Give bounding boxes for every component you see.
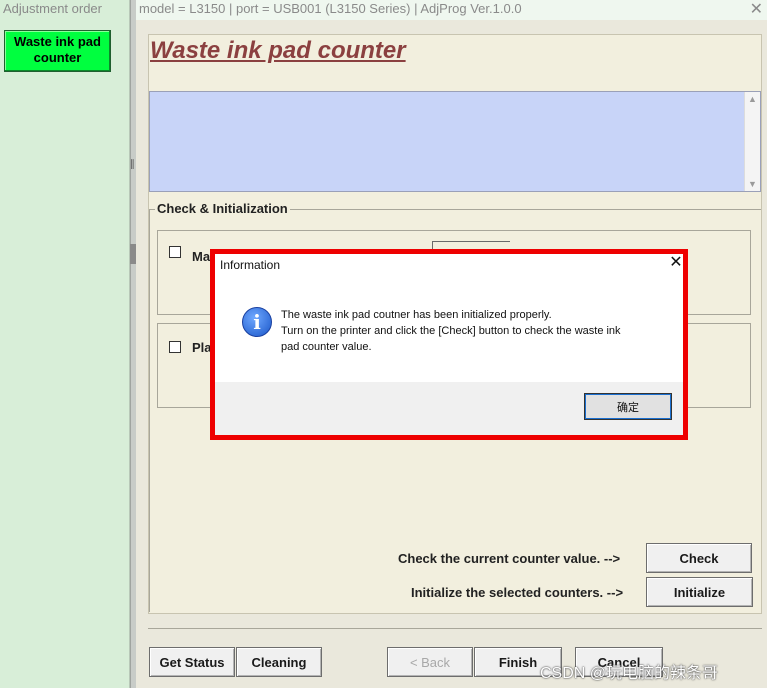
scroll-down-icon[interactable]: ▼ — [748, 179, 757, 189]
initialize-button[interactable]: Initialize — [646, 577, 753, 607]
status-scrollbar[interactable]: ▲ ▼ — [744, 92, 760, 191]
status-text-area[interactable]: ▲ ▼ — [149, 91, 761, 192]
counter-platen-label: Pla — [192, 340, 212, 355]
counter-main-label: Ma — [192, 249, 211, 264]
counter-platen-checkbox[interactable] — [169, 341, 181, 353]
adjustment-order-title: Adjustment order — [3, 1, 102, 16]
footer-divider — [148, 628, 762, 629]
counter-main-value-field — [432, 241, 510, 249]
get-status-button[interactable]: Get Status — [149, 647, 235, 677]
check-initialization-label: Check & Initialization — [155, 201, 290, 216]
page-title: Waste ink pad counter — [150, 37, 406, 64]
dialog-message-line: Turn on the printer and click the [Check… — [281, 325, 621, 337]
dialog-title: Information — [220, 258, 281, 272]
counter-main-checkbox[interactable] — [169, 246, 181, 258]
window-close-icon[interactable]: ✕ — [750, 0, 763, 19]
dialog-close-icon[interactable]: ✕ — [669, 255, 683, 271]
dialog-message-line: pad counter value. — [281, 341, 372, 353]
check-prompt: Check the current counter value. --> — [398, 551, 621, 566]
dialog-message: The waste ink pad coutner has been initi… — [281, 307, 621, 355]
window-title: model = L3150 | port = USB001 (L3150 Ser… — [139, 1, 522, 16]
csdn-watermark: CSDN @玩电脑的辣条哥 — [540, 665, 719, 682]
dialog-message-line: The waste ink pad coutner has been initi… — [281, 309, 552, 321]
adjustment-item-waste-ink-pad-counter[interactable]: Waste ink pad counter — [4, 30, 111, 72]
info-icon: i — [242, 307, 272, 337]
back-button[interactable]: < Back — [387, 647, 473, 677]
check-button[interactable]: Check — [646, 543, 752, 573]
window-title-bar: model = L3150 | port = USB001 (L3150 Ser… — [136, 0, 767, 20]
dialog-ok-button[interactable]: 确定 — [584, 393, 672, 420]
adjustment-order-panel: Adjustment order Waste ink pad counter — [0, 0, 130, 688]
cleaning-button[interactable]: Cleaning — [236, 647, 322, 677]
information-dialog: Information ✕ i The waste ink pad coutne… — [215, 254, 683, 435]
dialog-footer: 确定 — [215, 382, 683, 435]
scroll-up-icon[interactable]: ▲ — [748, 94, 757, 104]
initialize-prompt: Initialize the selected counters. --> — [411, 585, 624, 600]
